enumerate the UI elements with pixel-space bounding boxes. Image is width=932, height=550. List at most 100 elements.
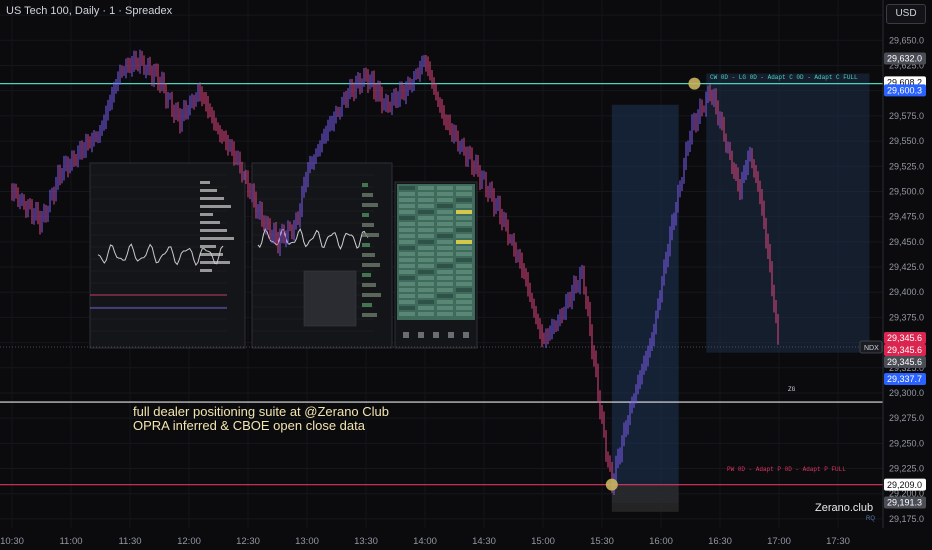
mini-table-cell xyxy=(418,216,434,220)
mini-table-cell xyxy=(437,234,453,238)
mini-table-cell xyxy=(456,258,472,262)
mini-table-cell xyxy=(456,252,472,256)
mini-table-cell xyxy=(437,282,453,286)
price-tag-label: 29,632.0 xyxy=(887,54,922,64)
price-tag-label: 29,337.7 xyxy=(887,374,922,384)
mini-table-cell xyxy=(418,222,434,226)
mini-table-cell xyxy=(456,264,472,268)
mini-table-cell xyxy=(456,246,472,250)
mini-table-cell xyxy=(418,258,434,262)
mini-table-cell xyxy=(418,210,434,214)
y-tick-label: 29,650.0 xyxy=(889,35,924,45)
mini-table-cell xyxy=(399,186,415,190)
mini-bar xyxy=(362,213,369,217)
support-level-label: PW 0D - Adapt P 0D - Adapt P FULL xyxy=(727,466,846,473)
mini-table-cell xyxy=(437,228,453,232)
mini-icon xyxy=(463,332,469,338)
brand-watermark: Zerano.club xyxy=(815,502,874,514)
y-tick-label: 29,425.0 xyxy=(889,262,924,272)
mini-table-cell xyxy=(418,240,434,244)
mini-bar xyxy=(362,273,371,277)
mini-bar xyxy=(200,229,227,232)
price-chart[interactable]: 29,675.029,650.029,625.029,600.029,575.0… xyxy=(0,0,932,550)
y-tick-label: 29,175.0 xyxy=(889,514,924,524)
mini-table-cell xyxy=(456,240,472,244)
mini-table-cell xyxy=(399,294,415,298)
mini-table-cell xyxy=(399,240,415,244)
mini-table-cell xyxy=(456,288,472,292)
mini-table-cell xyxy=(399,228,415,232)
mini-table-cell xyxy=(418,186,434,190)
mini-bar xyxy=(200,237,234,240)
promo-line-2: OPRA inferred & CBOE open close data xyxy=(133,418,365,433)
x-tick-label: 11:00 xyxy=(59,536,82,547)
mini-bar xyxy=(200,205,231,208)
x-tick-label: 12:30 xyxy=(236,536,260,547)
mini-table-cell xyxy=(456,306,472,310)
mini-table-cell xyxy=(437,216,453,220)
mini-table-cell xyxy=(437,246,453,250)
call-zone-rect xyxy=(706,73,870,353)
mini-table-cell xyxy=(418,192,434,196)
mini-table-cell xyxy=(456,294,472,298)
embedded-screenshot-collage xyxy=(89,162,478,349)
mini-table-cell xyxy=(399,210,415,214)
y-tick-label: 29,475.0 xyxy=(889,212,924,222)
y-tick-label: 29,400.0 xyxy=(889,287,924,297)
promo-line-1: full dealer positioning suite at @Zerano… xyxy=(133,404,390,419)
mini-table-cell xyxy=(437,222,453,226)
mini-bar xyxy=(362,253,375,257)
mini-table-cell xyxy=(399,288,415,292)
mini-table-cell xyxy=(418,282,434,286)
resistance-touch-marker xyxy=(688,77,701,90)
mini-table-cell xyxy=(418,246,434,250)
mini-bar xyxy=(200,269,212,272)
y-tick-label: 29,550.0 xyxy=(889,136,924,146)
y-tick-label: 29,500.0 xyxy=(889,186,924,196)
mini-table-cell xyxy=(437,210,453,214)
currency-button[interactable]: USD xyxy=(886,4,926,24)
mini-table-cell xyxy=(456,270,472,274)
brand-sub-label: RQ xyxy=(866,516,875,522)
mini-table-cell xyxy=(399,246,415,250)
mini-table-cell xyxy=(456,210,472,214)
mini-table-cell xyxy=(418,312,434,316)
screenshot-panel-3 xyxy=(394,181,478,349)
mini-bar xyxy=(200,245,216,248)
y-tick-label: 29,275.0 xyxy=(889,413,924,423)
mini-table-cell xyxy=(418,198,434,202)
mini-table-cell xyxy=(437,276,453,280)
x-tick-label: 14:00 xyxy=(413,536,437,547)
mini-table-cell xyxy=(418,300,434,304)
time-axis[interactable]: 10:30 11:00 11:30 12:00 12:30 13:00 13:30 14:00… xyxy=(0,536,850,547)
mini-icon xyxy=(403,332,409,338)
y-tick-label: 29,250.0 xyxy=(889,438,924,448)
mini-table-cell xyxy=(399,306,415,310)
chart-title: US Tech 100, Daily · 1 · Spreadex xyxy=(6,5,173,17)
mini-table-cell xyxy=(456,186,472,190)
price-tag-label: 29,345.6 xyxy=(887,333,922,343)
mini-table-cell xyxy=(418,264,434,268)
mini-bar xyxy=(362,263,380,267)
mini-table-cell xyxy=(399,198,415,202)
mini-table-cell xyxy=(399,300,415,304)
mini-table-cell xyxy=(399,270,415,274)
mini-table-cell xyxy=(418,294,434,298)
y-tick-label: 29,450.0 xyxy=(889,237,924,247)
x-tick-label: 17:00 xyxy=(767,536,791,547)
mini-bar xyxy=(362,193,373,197)
price-tag-label: 29,209.0 xyxy=(887,480,922,490)
x-tick-label: 16:00 xyxy=(649,536,673,547)
mini-table-cell xyxy=(399,258,415,262)
y-tick-label: 29,300.0 xyxy=(889,388,924,398)
mini-table-cell xyxy=(399,282,415,286)
y-tick-label: 29,225.0 xyxy=(889,464,924,474)
mini-table-cell xyxy=(437,312,453,316)
mini-table-cell xyxy=(418,288,434,292)
mini-table-cell xyxy=(399,312,415,316)
x-tick-label: 13:00 xyxy=(295,536,319,547)
mini-table-cell xyxy=(437,264,453,268)
mini-table-cell xyxy=(399,252,415,256)
mini-table-cell xyxy=(437,186,453,190)
mini-bar xyxy=(362,243,370,247)
